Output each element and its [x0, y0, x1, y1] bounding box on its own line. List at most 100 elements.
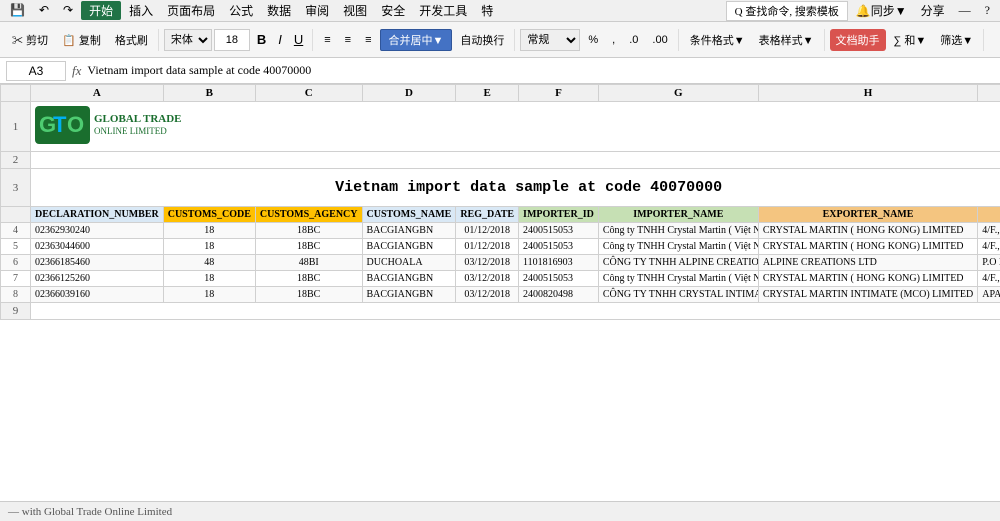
- filter-button[interactable]: 筛选▼: [934, 29, 979, 51]
- menu-item-insert[interactable]: 插入: [123, 2, 159, 19]
- bold-button[interactable]: B: [252, 32, 271, 47]
- cell-decl-4[interactable]: 02366039160: [31, 287, 164, 303]
- decimal-inc-button[interactable]: .0: [623, 31, 644, 49]
- cell-impname-2[interactable]: CÔNG TY TNHH ALPINE CREATIONS VIỆT NAM: [598, 255, 758, 271]
- align-left-button[interactable]: ≡: [318, 31, 336, 49]
- cell-reference-input[interactable]: [6, 61, 66, 81]
- menu-item-view[interactable]: 视图: [337, 2, 373, 19]
- cell-decl-2[interactable]: 02366185460: [31, 255, 164, 271]
- cell-expname-2[interactable]: ALPINE CREATIONS LTD: [758, 255, 977, 271]
- menu-item-start[interactable]: 开始: [81, 1, 121, 20]
- conditional-format-button[interactable]: 条件格式▼: [684, 29, 751, 51]
- sync-btn[interactable]: 🔔同步▼: [850, 2, 913, 19]
- menu-item-devtools[interactable]: 开发工具: [413, 2, 473, 19]
- share-btn[interactable]: 分享: [915, 2, 951, 19]
- cell-date-4[interactable]: 03/12/2018: [456, 287, 519, 303]
- number-format-selector[interactable]: 常规: [520, 29, 580, 51]
- cell-impname-3[interactable]: Công ty TNHH Crystal Martin ( Việt Nam): [598, 271, 758, 287]
- cell-impname-4[interactable]: CÔNG TY TNHH CRYSTAL INTIMATE (VIỆT NAM): [598, 287, 758, 303]
- svg-text:T: T: [53, 112, 67, 137]
- row-num-6: 6: [1, 255, 31, 271]
- cell-cusname-3[interactable]: BACGIANGBN: [362, 271, 456, 287]
- align-right-button[interactable]: ≡: [359, 31, 377, 49]
- clipboard-section: ✂ 剪切 📋 复制 格式刷: [6, 29, 159, 51]
- cell-impid-3[interactable]: 2400515053: [519, 271, 599, 287]
- cell-decl-1[interactable]: 02363044600: [31, 239, 164, 255]
- decimal-dec-button[interactable]: .00: [646, 31, 673, 49]
- table-style-button[interactable]: 表格样式▼: [753, 29, 820, 51]
- cell-extra-4[interactable]: APAR: [978, 287, 1000, 303]
- cell-impid-4[interactable]: 2400820498: [519, 287, 599, 303]
- cell-code-4[interactable]: 18: [163, 287, 255, 303]
- doc-assistant-button[interactable]: 文档助手: [830, 29, 886, 51]
- cell-agency-4[interactable]: 18BC: [255, 287, 362, 303]
- sum-button[interactable]: ∑ 和▼: [888, 29, 933, 51]
- header-reg-date: REG_DATE: [456, 207, 519, 223]
- cell-expname-1[interactable]: CRYSTAL MARTIN ( HONG KONG) LIMITED: [758, 239, 977, 255]
- cell-expname-3[interactable]: CRYSTAL MARTIN ( HONG KONG) LIMITED: [758, 271, 977, 287]
- format-painter-button[interactable]: 格式刷: [109, 29, 154, 51]
- copy-button[interactable]: 📋 复制: [56, 29, 107, 51]
- redo-icon[interactable]: ↷: [57, 3, 79, 18]
- cell-code-0[interactable]: 18: [163, 223, 255, 239]
- cut-button[interactable]: ✂ 剪切: [6, 29, 54, 51]
- cell-decl-0[interactable]: 02362930240: [31, 223, 164, 239]
- cell-extra-1[interactable]: 4/F., CRY: [978, 239, 1000, 255]
- header-row: DECLARATION_NUMBER CUSTOMS_CODE CUSTOMS_…: [1, 207, 1000, 223]
- menu-item-review[interactable]: 审阅: [299, 2, 335, 19]
- cell-agency-3[interactable]: 18BC: [255, 271, 362, 287]
- cell-extra-0[interactable]: 4/F., CRY: [978, 223, 1000, 239]
- cell-agency-2[interactable]: 48BI: [255, 255, 362, 271]
- cell-impid-2[interactable]: 1101816903: [519, 255, 599, 271]
- cell-impname-1[interactable]: Công ty TNHH Crystal Martin ( Việt Nam): [598, 239, 758, 255]
- cell-cusname-4[interactable]: BACGIANGBN: [362, 287, 456, 303]
- cell-impid-0[interactable]: 2400515053: [519, 223, 599, 239]
- cell-date-0[interactable]: 01/12/2018: [456, 223, 519, 239]
- cell-code-1[interactable]: 18: [163, 239, 255, 255]
- cell-cusname-0[interactable]: BACGIANGBN: [362, 223, 456, 239]
- save-icon[interactable]: 💾: [4, 3, 31, 18]
- cell-date-1[interactable]: 01/12/2018: [456, 239, 519, 255]
- cell-expname-0[interactable]: CRYSTAL MARTIN ( HONG KONG) LIMITED: [758, 223, 977, 239]
- cell-code-3[interactable]: 18: [163, 271, 255, 287]
- cell-expname-4[interactable]: CRYSTAL MARTIN INTIMATE (MCO) LIMITED: [758, 287, 977, 303]
- cell-date-2[interactable]: 03/12/2018: [456, 255, 519, 271]
- search-box[interactable]: Q 查找命令, 搜索模板: [726, 1, 848, 21]
- cell-extra-2[interactable]: P.O BOX: [978, 255, 1000, 271]
- header-declaration-number: DECLARATION_NUMBER: [31, 207, 164, 223]
- cell-date-3[interactable]: 03/12/2018: [456, 271, 519, 287]
- align-center-button[interactable]: ≡: [339, 31, 357, 49]
- header-extra: [978, 207, 1000, 223]
- corner-cell: [1, 85, 31, 102]
- cell-decl-3[interactable]: 02366125260: [31, 271, 164, 287]
- cell-agency-0[interactable]: 18BC: [255, 223, 362, 239]
- menu-item-layout[interactable]: 页面布局: [161, 2, 221, 19]
- spreadsheet-area: A B C D E F G H 1: [0, 84, 1000, 320]
- menu-item-special[interactable]: 特: [475, 2, 499, 19]
- help-btn[interactable]: ?: [979, 3, 996, 18]
- menu-item-formula[interactable]: 公式: [223, 2, 259, 19]
- wrap-text-button[interactable]: 自动换行: [454, 29, 510, 51]
- cell-agency-1[interactable]: 18BC: [255, 239, 362, 255]
- percent-button[interactable]: %: [582, 31, 604, 49]
- menu-item-data[interactable]: 数据: [261, 2, 297, 19]
- comma-button[interactable]: ,: [606, 31, 621, 49]
- cell-extra-3[interactable]: 4/F., CRY: [978, 271, 1000, 287]
- toolbar-row1: ✂ 剪切 📋 复制 格式刷 宋体 B I U ≡ ≡ ≡ 合并居中▼ 自动换行 …: [0, 22, 1000, 58]
- cell-cusname-2[interactable]: DUCHOALA: [362, 255, 456, 271]
- font-selector[interactable]: 宋体: [164, 29, 212, 51]
- font-size-input[interactable]: [214, 29, 250, 51]
- underline-button[interactable]: U: [289, 32, 308, 47]
- menu-item-security[interactable]: 安全: [375, 2, 411, 19]
- empty-cell-9: [31, 303, 1000, 320]
- merge-center-button[interactable]: 合并居中▼: [380, 29, 453, 51]
- cell-cusname-1[interactable]: BACGIANGBN: [362, 239, 456, 255]
- cell-code-2[interactable]: 48: [163, 255, 255, 271]
- empty-cell-2: [31, 152, 1000, 169]
- italic-button[interactable]: I: [273, 32, 287, 47]
- undo-icon[interactable]: ↶: [33, 3, 55, 18]
- minimize-btn[interactable]: —: [953, 3, 977, 18]
- cell-impid-1[interactable]: 2400515053: [519, 239, 599, 255]
- cell-impname-0[interactable]: Công ty TNHH Crystal Martin ( Việt Nam): [598, 223, 758, 239]
- logo-row: 1 G T O GL: [1, 102, 1000, 152]
